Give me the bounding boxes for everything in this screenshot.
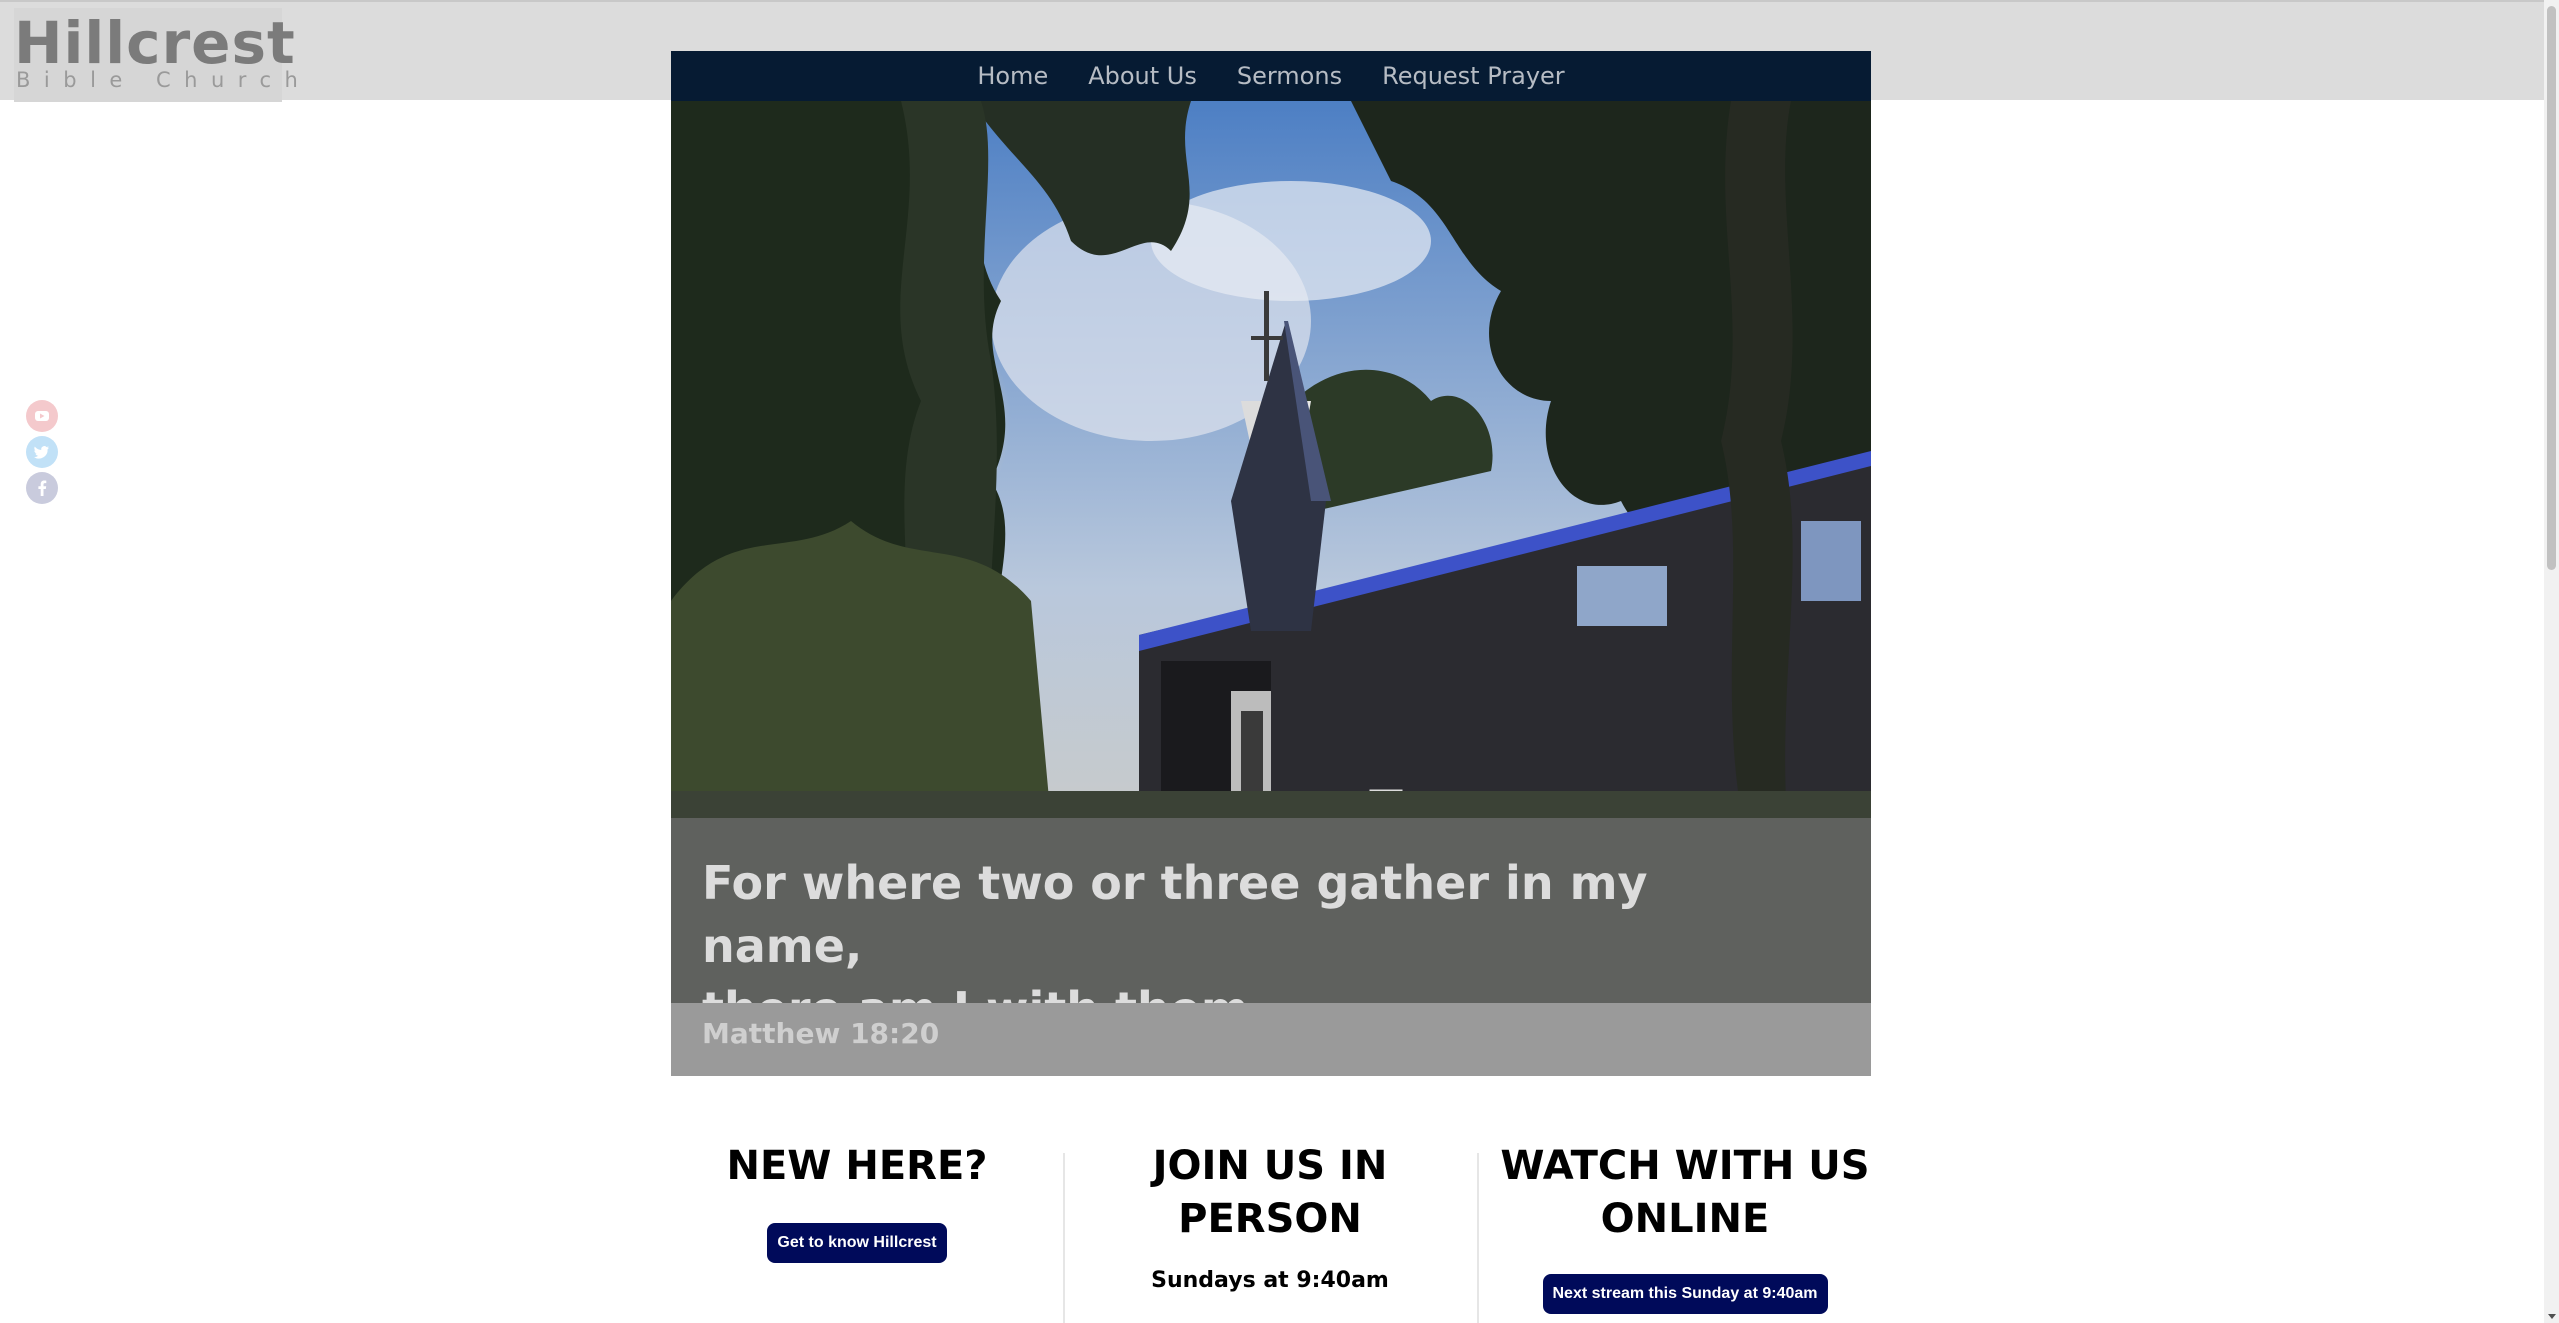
youtube-icon[interactable] (26, 400, 58, 432)
watch-title: WATCH WITH US ONLINE (1499, 1140, 1871, 1246)
new-here-title: NEW HERE? (726, 1143, 988, 1189)
church-logo[interactable]: Hillcrest Bible Church (14, 8, 298, 102)
nav-request-prayer[interactable]: Request Prayer (1382, 51, 1565, 101)
new-here-section: NEW HERE? Get to know Hillcrest (671, 1140, 1043, 1263)
join-title-line-1: JOIN US IN (1152, 1143, 1388, 1189)
join-in-person-section: JOIN US IN PERSON Sundays at 9:40am (1085, 1140, 1455, 1293)
watch-title-line-2: ONLINE (1600, 1196, 1770, 1242)
next-stream-button[interactable]: Next stream this Sunday at 9:40am (1542, 1274, 1828, 1314)
join-title: JOIN US IN PERSON (1085, 1140, 1455, 1246)
verse-reference-bar: Matthew 18:20 (671, 1003, 1871, 1076)
service-time: Sundays at 9:40am (1151, 1268, 1389, 1293)
nav-about-us[interactable]: About Us (1088, 51, 1197, 101)
verse-reference: Matthew 18:20 (702, 1017, 940, 1050)
verse-overlay: For where two or three gather in my name… (671, 818, 1871, 1036)
logo-name: Hillcrest (14, 9, 296, 77)
get-to-know-button[interactable]: Get to know Hillcrest (767, 1223, 947, 1263)
logo-subtitle: Bible Church (16, 68, 312, 92)
section-divider (1063, 1153, 1065, 1323)
scroll-down-arrow-icon[interactable] (2548, 1314, 2556, 1319)
verse-line-1: For where two or three gather in my name… (702, 856, 1648, 973)
watch-title-line-1: WATCH WITH US (1500, 1143, 1870, 1189)
watch-online-section: WATCH WITH US ONLINE Next stream this Su… (1499, 1140, 1871, 1314)
facebook-icon[interactable] (26, 472, 58, 504)
main-nav: Home About Us Sermons Request Prayer (671, 51, 1871, 101)
join-title-line-2: PERSON (1178, 1196, 1362, 1242)
nav-home[interactable]: Home (977, 51, 1048, 101)
section-divider (1477, 1153, 1479, 1323)
twitter-icon[interactable] (26, 436, 58, 468)
scrollbar-thumb[interactable] (2547, 6, 2556, 570)
nav-sermons[interactable]: Sermons (1237, 51, 1342, 101)
hero-banner: For where two or three gather in my name… (671, 101, 1871, 1076)
